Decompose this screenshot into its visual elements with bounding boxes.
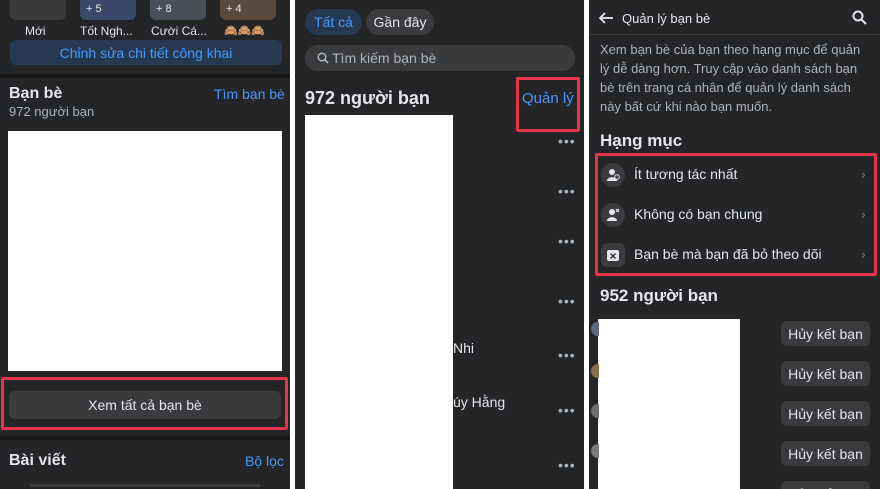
more-options-icon[interactable]: ••• [558, 458, 576, 472]
unfriend-button[interactable]: Hủy kết bạn [781, 321, 870, 346]
highlight-box [516, 77, 580, 132]
friends-grid-redacted [8, 131, 282, 371]
section-divider [0, 436, 290, 440]
friends-count: 972 người bạn [9, 104, 95, 119]
friends-section-title: Bạn bè [9, 85, 63, 102]
header-divider [589, 34, 880, 35]
description-text: Xem bạn bè của bạn theo hạng mục để quản… [600, 42, 861, 114]
categories-title: Hạng mục [600, 131, 683, 150]
friends-list-panel: Tất cả Gần đây Tìm kiếm bạn bè 972 người… [295, 0, 584, 489]
search-input[interactable]: Tìm kiếm bạn bè [305, 45, 575, 71]
more-options-icon[interactable]: ••• [558, 403, 576, 417]
highlight-badge: + 5 [86, 3, 102, 15]
highlight-label: Tốt Ngh... [80, 24, 133, 38]
section-divider [0, 74, 290, 78]
friend-name-partial: úy Hằng [453, 394, 506, 410]
avatar [591, 322, 599, 336]
more-options-icon[interactable]: ••• [558, 134, 576, 148]
friend-name-partial: Nhi [453, 340, 475, 356]
bottom-bar [30, 484, 260, 487]
more-options-icon[interactable]: ••• [558, 184, 576, 198]
highlight-label: Mới [25, 24, 46, 38]
posts-section-title: Bài viết [9, 452, 66, 469]
highlight-box [595, 153, 877, 276]
more-options-icon[interactable]: ••• [558, 234, 576, 248]
page-title: Quản lý bạn bè [622, 11, 711, 26]
search-icon [317, 52, 329, 64]
filter-link[interactable]: Bộ lọc [245, 453, 284, 469]
highlight-label: 🙈🙈🙈 [224, 25, 266, 37]
manage-friends-panel: Quản lý bạn bè Xem bạn bè của bạn theo h… [589, 0, 880, 489]
back-arrow-icon[interactable] [598, 11, 614, 25]
profile-friends-panel: + 5 + 8 + 4 Mới Tốt Ngh... Cười Cá... 🙈🙈… [0, 0, 290, 489]
highlight-badge: + 4 [226, 3, 242, 15]
avatar [591, 364, 599, 378]
unfriend-button[interactable]: Hủy kết bạn [781, 401, 870, 426]
friends-count-heading: 972 người bạn [305, 88, 430, 108]
highlight-thumb-new[interactable] [10, 0, 66, 20]
highlight-badge: + 8 [156, 3, 172, 15]
highlight-label: Cười Cá... [151, 24, 207, 38]
unfriend-button[interactable]: Hủy kết bạn [781, 481, 870, 489]
avatar [591, 444, 599, 458]
unfriend-button[interactable]: Hủy kết bạn [781, 441, 870, 466]
search-icon[interactable] [852, 10, 867, 25]
highlight-box [1, 377, 288, 430]
unfriend-button[interactable]: Hủy kết bạn [781, 361, 870, 386]
friends-count-heading: 952 người bạn [600, 286, 718, 305]
friends-list-redacted [305, 115, 453, 489]
more-options-icon[interactable]: ••• [558, 294, 576, 308]
avatar [591, 404, 599, 418]
more-options-icon[interactable]: ••• [558, 348, 576, 362]
tab-recent[interactable]: Gần đây [366, 9, 434, 35]
search-placeholder: Tìm kiếm bạn bè [332, 50, 437, 66]
edit-public-details-button[interactable]: Chỉnh sửa chi tiết công khai [10, 40, 282, 65]
tab-all[interactable]: Tất cả [305, 9, 362, 35]
friends-list-redacted [598, 319, 740, 489]
find-friends-link[interactable]: Tìm bạn bè [214, 86, 285, 102]
